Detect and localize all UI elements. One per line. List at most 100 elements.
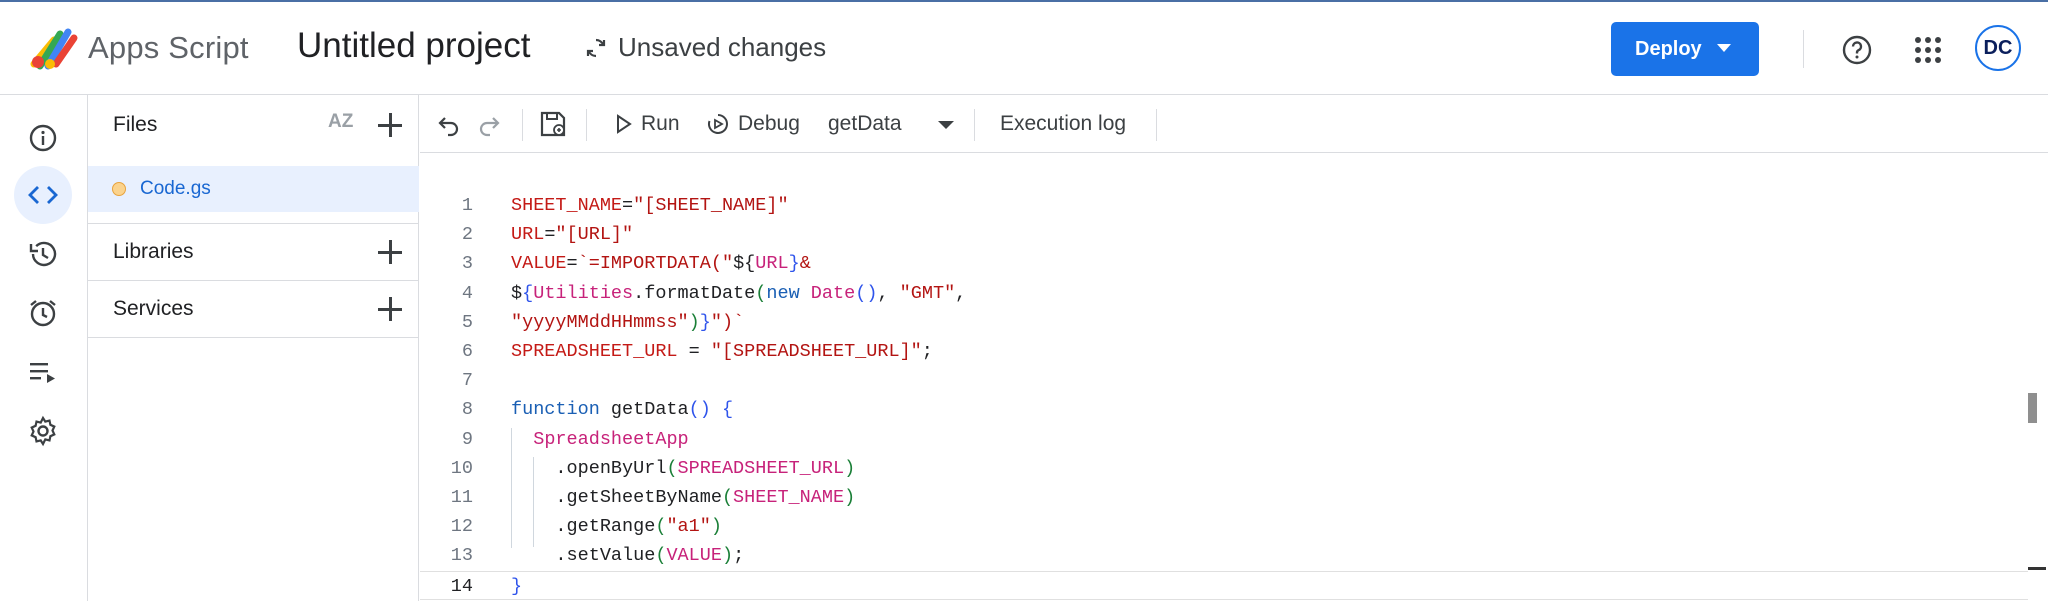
project-title[interactable]: Untitled project [297,26,530,66]
debug-button[interactable]: Debug [706,95,800,153]
code-token: .formatDate [633,282,756,304]
code-token: "[SHEET_NAME]" [633,195,789,216]
code-token: $ [511,282,523,304]
code-line[interactable]: 5 "yyyyMMddHHmmss")}")` [420,308,2028,337]
code-line[interactable]: 3 VALUE=`=IMPORTDATA("${URL}& [420,249,2028,278]
libraries-label: Libraries [113,240,194,263]
code-line[interactable]: 6 SPREADSHEET_URL = "[SPREADSHEET_URL]"; [420,337,2028,366]
add-file-button[interactable] [375,110,405,140]
file-name: Code.gs [140,178,211,199]
line-number: 8 [461,399,473,421]
rail-item-history[interactable] [14,225,72,283]
code-line[interactable]: 1 SHEET_NAME="[SHEET_NAME]" [420,191,2028,220]
google-apps-icon[interactable] [1914,36,1942,64]
code-text: URL="[URL]" [511,220,633,249]
code-line[interactable]: 4 ${Utilities.formatDate(new Date(), "GMT… [420,279,2028,308]
code-token: SHEET_NAME [733,487,845,508]
sort-files-icon[interactable]: AZ [328,111,353,133]
deploy-button[interactable]: Deploy [1611,22,1759,76]
code-line[interactable]: 10 .openByUrl(SPREADSHEET_URL) [420,454,2028,483]
code-token: Utilities [533,282,634,304]
gear-icon [30,415,56,447]
function-select[interactable]: getData [828,95,958,153]
code-token: = [566,253,578,275]
file-item[interactable]: Code.gs [88,166,419,212]
code-token: , [877,282,900,304]
executions-icon [30,363,55,383]
code-line[interactable]: 8 function getData() { [420,395,2028,424]
code-line[interactable]: 14} [420,570,2028,601]
redo-button[interactable] [476,95,502,153]
line-number: 7 [461,370,473,392]
code-token: "yyyyMMddHHmmss" [511,311,689,333]
account-avatar[interactable]: DC [1975,25,2021,71]
code-line[interactable]: 12 .getRange("a1") [420,512,2028,541]
code-token: getData [610,399,689,421]
code-token: ) [844,487,856,508]
code-token: function [511,399,611,421]
line-number: 3 [461,253,473,275]
undo-button[interactable] [436,95,462,153]
toolbar-separator [586,109,587,141]
code-token: "a1" [666,516,711,538]
code-token: URL [755,253,789,275]
file-status-icon [112,182,126,196]
debug-icon [708,114,728,134]
dropdown-caret-icon [1717,44,1731,52]
code-text: } [511,572,522,601]
rail-item-settings[interactable] [14,402,72,460]
dropdown-caret-icon [938,121,954,129]
line-number: 13 [450,545,473,567]
rail-item-executions[interactable] [14,343,72,401]
code-token: .openByUrl [511,457,667,479]
code-line[interactable]: 2 URL="[URL]" [420,220,2028,249]
code-token: ; [733,545,745,567]
toolbar-separator [974,109,975,141]
code-token: ) [844,457,856,479]
section-divider [88,337,419,338]
code-text: ${Utilities.formatDate(new Date(), "GMT"… [511,279,966,308]
code-token: `=IMPORTDATA(" [577,253,734,275]
line-number: 5 [461,311,473,333]
code-line[interactable]: 13 .setValue(VALUE); [420,541,2028,570]
execution-log-button[interactable]: Execution log [1000,95,1126,153]
code-text: SpreadsheetApp [511,425,688,454]
save-status-label: Unsaved changes [618,32,827,62]
code-token: = [622,195,634,216]
code-text: VALUE=`=IMPORTDATA("${URL}& [511,249,811,278]
run-button[interactable]: Run [615,95,680,153]
code-line[interactable]: 7 [420,366,2028,395]
execution-log-label: Execution log [1000,112,1127,135]
debug-label: Debug [738,112,800,135]
code-token: ( [655,516,667,538]
code-token: .setValue [511,545,656,567]
code-text: "yyyyMMddHHmmss")}")` [511,308,744,337]
code-token: ( [755,282,767,304]
apps-script-logo-icon[interactable] [30,26,82,70]
code-token: "GMT" [899,282,956,304]
code-token: ${ [733,253,756,275]
libraries-section: Libraries [88,223,419,280]
code-token: Date [810,282,856,304]
code-line[interactable]: 9 SpreadsheetApp [420,425,2028,454]
code-token: } [699,311,711,333]
rail-item-editor[interactable] [14,166,72,224]
line-number: 1 [461,195,473,216]
code-token: VALUE [666,545,722,567]
code-text: SPREADSHEET_URL = "[SPREADSHEET_URL]"; [511,337,933,366]
left-nav-rail [0,95,88,601]
code-text: .openByUrl(SPREADSHEET_URL) [511,454,855,483]
rail-item-triggers[interactable] [14,284,72,342]
save-button[interactable] [538,95,568,153]
help-icon[interactable] [1841,34,1873,66]
code-editor[interactable]: 1 SHEET_NAME="[SHEET_NAME]" 2 URL="[URL]" 3 V… [420,153,2048,601]
editor-scrollbar[interactable] [2028,393,2037,423]
code-line[interactable]: 11 .getSheetByName(SHEET_NAME) [420,483,2028,512]
code-token: SPREADSHEET_URL [677,457,845,479]
code-token: ) [721,545,734,567]
rail-item-overview[interactable] [14,109,72,167]
function-select-value: getData [828,112,902,135]
code-token: () [855,282,878,304]
add-library-button[interactable] [375,237,405,267]
add-service-button[interactable] [375,294,405,324]
